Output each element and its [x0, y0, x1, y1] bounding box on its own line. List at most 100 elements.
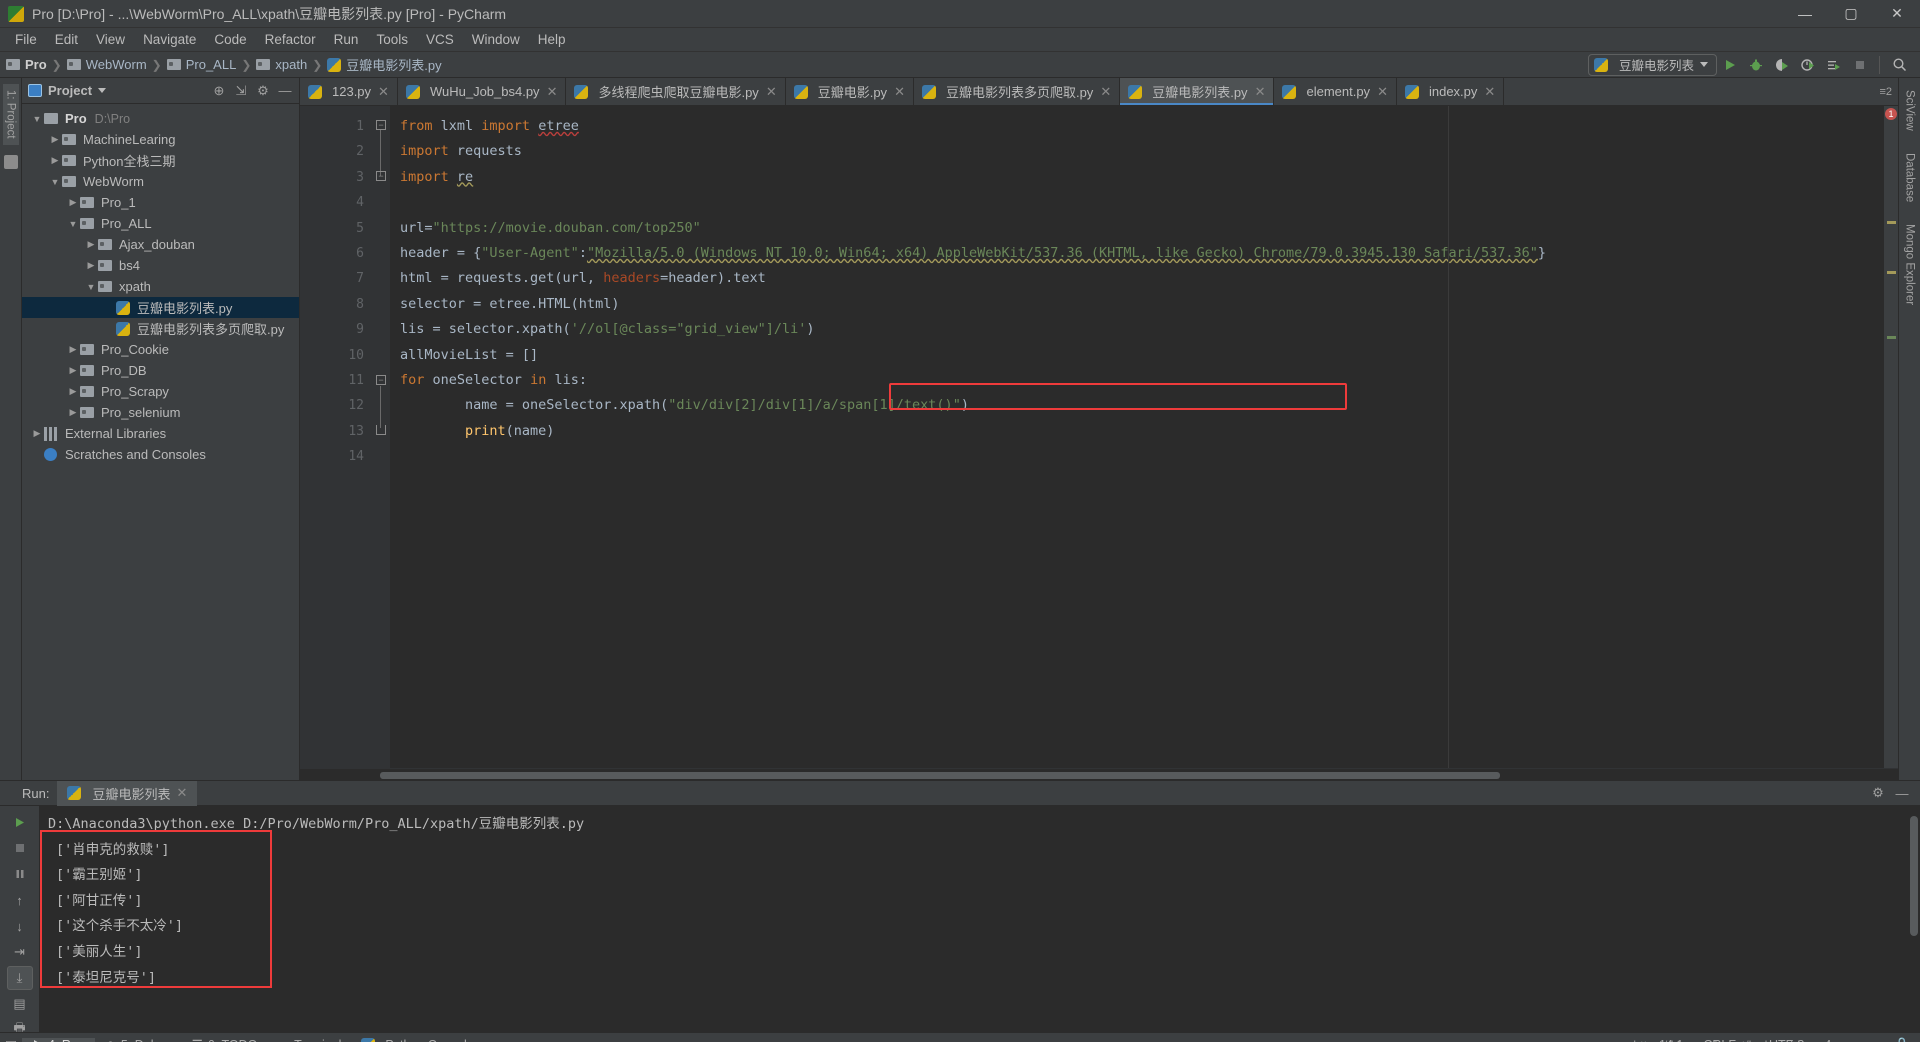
editor-tab-wuhu-job-bs4[interactable]: WuHu_Job_bs4.py ✕: [398, 78, 567, 105]
status-tab-debug[interactable]: 5: Debug: [95, 1038, 182, 1042]
editor-tab-index[interactable]: index.py ✕: [1397, 78, 1505, 105]
scrollbar-thumb[interactable]: [380, 772, 1500, 779]
stop-button[interactable]: [1847, 54, 1873, 76]
settings-gear-icon[interactable]: ⚙: [1870, 785, 1886, 801]
close-run-tab-icon[interactable]: ✕: [176, 785, 187, 801]
close-tab-icon[interactable]: ✕: [1100, 84, 1111, 100]
tab-database[interactable]: Database: [1902, 147, 1918, 208]
stop-button[interactable]: [7, 836, 33, 860]
expand-arrow-icon[interactable]: ▶: [30, 428, 44, 439]
hide-panel-icon[interactable]: —: [277, 83, 293, 99]
expand-arrow-icon[interactable]: ▶: [66, 344, 80, 355]
indent-setting[interactable]: 4 spaces: [1814, 1038, 1884, 1042]
tree-node-pro-scrapy[interactable]: ▶ Pro_Scrapy: [22, 381, 299, 402]
tree-node-pro-selenium[interactable]: ▶ Pro_selenium: [22, 402, 299, 423]
soft-wrap-button[interactable]: ⇥: [7, 940, 33, 964]
close-tab-icon[interactable]: ✕: [378, 84, 389, 100]
expand-arrow-icon[interactable]: ▶: [66, 197, 80, 208]
fold-marker-icon[interactable]: −: [376, 120, 386, 130]
tree-node-external-libraries[interactable]: ▶ External Libraries: [22, 423, 299, 444]
menu-view[interactable]: View: [87, 30, 134, 49]
breadcrumb-item-xpath[interactable]: xpath: [275, 57, 307, 72]
tab-sciview[interactable]: SciView: [1902, 84, 1918, 137]
expand-arrow-icon[interactable]: ▶: [84, 239, 98, 250]
editor-marker-bar[interactable]: 1: [1884, 106, 1898, 768]
expand-arrow-icon[interactable]: ▼: [48, 177, 62, 187]
run-button[interactable]: [1717, 54, 1743, 76]
status-tab-python-console[interactable]: Python Console: [351, 1037, 483, 1042]
tree-node-douban-movie-list[interactable]: 豆瓣电影列表.py: [22, 297, 299, 318]
menu-file[interactable]: File: [6, 30, 46, 49]
menu-code[interactable]: Code: [205, 30, 255, 49]
menu-refactor[interactable]: Refactor: [256, 30, 325, 49]
fold-marker-icon[interactable]: −: [376, 171, 386, 181]
editor-tab-douban-list-multipage[interactable]: 豆瓣电影列表多页爬取.py ✕: [914, 78, 1121, 105]
minimize-button[interactable]: —: [1782, 0, 1828, 28]
chevron-down-icon[interactable]: [98, 88, 107, 93]
editor-tab-douban-movie-list[interactable]: 豆瓣电影列表.py ✕: [1120, 78, 1275, 105]
menu-help[interactable]: Help: [529, 30, 575, 49]
editor-tab-douban-movie[interactable]: 豆瓣电影.py ✕: [786, 78, 914, 105]
layout-button[interactable]: ▤: [7, 992, 33, 1016]
close-tab-icon[interactable]: ✕: [1255, 84, 1266, 100]
expand-arrow-icon[interactable]: ▶: [48, 155, 62, 166]
tree-node-pro[interactable]: ▼ Pro D:\Pro: [22, 108, 299, 129]
fold-marker-icon[interactable]: −: [376, 375, 386, 385]
search-everywhere-button[interactable]: [1886, 54, 1912, 76]
hide-run-window-icon[interactable]: —: [1894, 785, 1910, 801]
menu-run[interactable]: Run: [325, 30, 368, 49]
editor-horizontal-scrollbar[interactable]: [300, 768, 1898, 780]
editor-tab-overflow[interactable]: ≡2: [1879, 78, 1898, 105]
close-tab-icon[interactable]: ✕: [1484, 84, 1495, 100]
lock-icon[interactable]: 🔒: [1884, 1037, 1920, 1042]
breadcrumb-item-pro[interactable]: Pro: [25, 57, 47, 72]
tree-node-bs4[interactable]: ▶ bs4: [22, 255, 299, 276]
error-count-badge[interactable]: 1: [1885, 108, 1897, 120]
pause-button[interactable]: [7, 862, 33, 886]
run-configuration-selector[interactable]: 豆瓣电影列表: [1587, 53, 1717, 76]
debug-button[interactable]: [1743, 54, 1769, 76]
menu-window[interactable]: Window: [463, 30, 529, 49]
code-folding-column[interactable]: − − −: [374, 106, 390, 768]
status-tab-run[interactable]: 4: Run: [22, 1037, 95, 1042]
close-tab-icon[interactable]: ✕: [766, 84, 777, 100]
expand-arrow-icon[interactable]: ▶: [66, 386, 80, 397]
tree-node-pro-db[interactable]: ▶ Pro_DB: [22, 360, 299, 381]
run-console-output[interactable]: D:\Anaconda3\python.exe D:/Pro/WebWorm/P…: [40, 806, 1908, 1042]
tree-node-python-quanzhan[interactable]: ▶ Python全栈三期: [22, 150, 299, 171]
close-tab-icon[interactable]: ✕: [1377, 84, 1388, 100]
collapse-all-icon[interactable]: ⇲: [233, 83, 249, 99]
profile-button[interactable]: [1795, 54, 1821, 76]
scrollbar-thumb[interactable]: [1910, 816, 1918, 936]
toggle-tool-windows-icon[interactable]: ▣: [0, 1037, 22, 1042]
scroll-to-end-button[interactable]: ⤓: [6, 966, 33, 990]
menu-vcs[interactable]: VCS: [417, 30, 463, 49]
menu-navigate[interactable]: Navigate: [134, 30, 205, 49]
expand-arrow-icon[interactable]: ▼: [66, 219, 80, 229]
tree-node-pro-1[interactable]: ▶ Pro_1: [22, 192, 299, 213]
editor-tab-123[interactable]: 123.py ✕: [300, 78, 398, 105]
breadcrumb-item-pro-all[interactable]: Pro_ALL: [186, 57, 237, 72]
up-button[interactable]: ↑: [7, 888, 33, 912]
tree-node-pro-all[interactable]: ▼ Pro_ALL: [22, 213, 299, 234]
tree-node-pro-cookie[interactable]: ▶ Pro_Cookie: [22, 339, 299, 360]
run-window-tab[interactable]: 豆瓣电影列表 ✕: [57, 780, 198, 806]
code-text[interactable]: from lxml import etree import requests i…: [390, 106, 1884, 768]
coverage-button[interactable]: [1769, 54, 1795, 76]
status-tab-terminal[interactable]: ▭ Terminal: [267, 1037, 351, 1042]
menu-edit[interactable]: Edit: [46, 30, 87, 49]
warning-marker[interactable]: [1887, 221, 1896, 224]
structure-rail-icon[interactable]: [3, 154, 18, 169]
down-button[interactable]: ↓: [7, 914, 33, 938]
settings-gear-icon[interactable]: ⚙: [255, 83, 271, 99]
breadcrumb-item-file[interactable]: 豆瓣电影列表.py: [346, 55, 441, 74]
maximize-button[interactable]: ▢: [1828, 0, 1874, 28]
editor-tab-multithread-douban[interactable]: 多线程爬虫爬取豆瓣电影.py ✕: [566, 78, 786, 105]
fold-end-icon[interactable]: [376, 425, 386, 435]
expand-arrow-icon[interactable]: ▼: [30, 114, 44, 124]
menu-tools[interactable]: Tools: [367, 30, 417, 49]
expand-arrow-icon[interactable]: ▶: [66, 407, 80, 418]
close-tab-icon[interactable]: ✕: [894, 84, 905, 100]
breadcrumb-item-webworm[interactable]: WebWorm: [86, 57, 147, 72]
editor-tab-element[interactable]: element.py ✕: [1274, 78, 1397, 105]
